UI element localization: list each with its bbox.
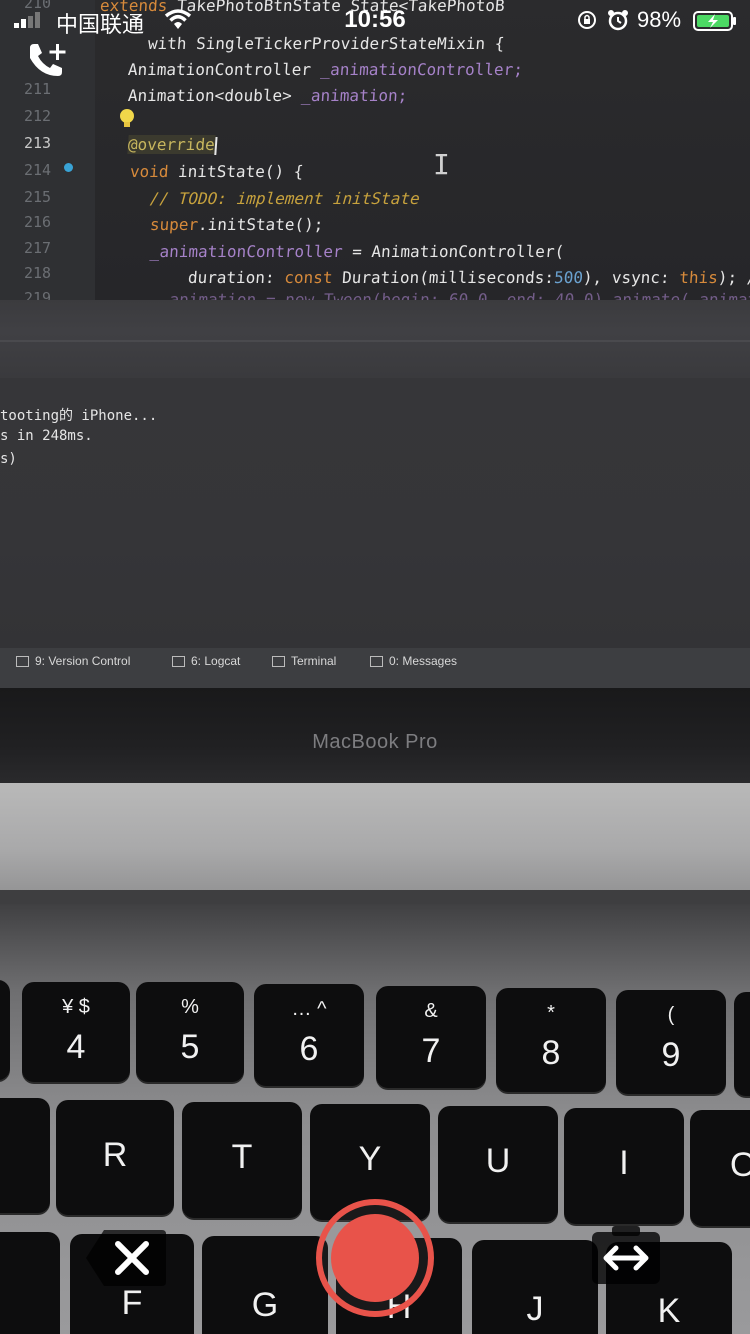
- delete-icon[interactable]: [86, 1228, 166, 1288]
- code-line: _animationController = AnimationControll…: [149, 242, 565, 261]
- swap-icon[interactable]: [592, 1226, 660, 1286]
- keyboard-key: [0, 980, 10, 1080]
- keyboard-key-o: O: [690, 1110, 750, 1226]
- battery-charging-icon: [693, 11, 736, 31]
- rotation-lock-icon: [578, 11, 596, 29]
- console-line: tooting的 iPhone...: [0, 408, 158, 424]
- tool-window-version-control[interactable]: 9: Version Control: [16, 654, 130, 668]
- keyboard-key-8: * 8: [496, 988, 606, 1092]
- camera-viewfinder: 210 211 212 213 214 215 216 217 218 219 …: [0, 0, 750, 1334]
- keyboard-key: [734, 992, 750, 1096]
- panel-divider: [0, 300, 750, 378]
- record-button[interactable]: [315, 1198, 435, 1318]
- tool-window-logcat[interactable]: 6: Logcat: [172, 654, 240, 668]
- keyboard-key-t: T: [182, 1102, 302, 1218]
- keyboard-key-i: I: [564, 1108, 684, 1224]
- keyboard-key-7: & 7: [376, 986, 486, 1088]
- laptop-brand-label: MacBook Pro: [312, 731, 438, 753]
- lightbulb-icon[interactable]: [118, 108, 136, 130]
- code-line: super.initState();: [149, 215, 325, 234]
- keyboard-key-r: R: [56, 1100, 174, 1215]
- keyboard-key: [0, 1232, 60, 1334]
- tool-window-terminal[interactable]: Terminal: [272, 654, 336, 668]
- keyboard-key-j: J: [472, 1240, 598, 1334]
- alarm-clock-icon: [608, 10, 628, 31]
- keyboard-key-6: … ^ 6: [254, 984, 364, 1086]
- status-bar: 中国联通 10:56 98%: [0, 0, 750, 40]
- terminal-icon: [272, 656, 285, 668]
- logcat-icon: [172, 656, 185, 668]
- code-area[interactable]: extends TakePhotoBtnState State<TakePhot…: [0, 0, 750, 309]
- keyboard-key-g: G: [202, 1236, 328, 1334]
- run-console: tooting的 iPhone... s in 248ms. s): [0, 378, 750, 648]
- laptop-hinge-shadow: [0, 890, 750, 904]
- code-line: @override: [127, 135, 218, 155]
- battery-percentage: 98%: [637, 7, 682, 32]
- code-line: // TODO: implement initState: [149, 189, 421, 208]
- code-line: AnimationController _animationController…: [127, 60, 524, 79]
- version-control-icon: [16, 656, 29, 668]
- messages-icon: [370, 656, 383, 668]
- code-line: Animation<double> _animation;: [127, 86, 409, 105]
- laptop-hinge: [0, 783, 750, 903]
- keyboard-key-u: U: [438, 1106, 558, 1222]
- tool-window-bar: 9: Version Control 6: Logcat Terminal 0:…: [0, 648, 750, 688]
- code-line: duration: const Duration(milliseconds:50…: [187, 268, 750, 287]
- console-line: s in 248ms.: [0, 428, 93, 444]
- mouse-ibeam-cursor-icon: I: [433, 148, 450, 181]
- text-caret: [214, 136, 218, 155]
- ide-editor: 210 211 212 213 214 215 216 217 218 219 …: [0, 0, 750, 309]
- record-icon: [331, 1214, 419, 1302]
- code-line: void initState() {: [129, 162, 305, 181]
- console-line: s): [0, 451, 17, 467]
- keyboard-key-4: ¥ $ 4: [22, 982, 130, 1082]
- keyboard-key: [0, 1098, 50, 1213]
- keyboard-key-9: ( 9: [616, 990, 726, 1094]
- divider-line: [0, 340, 750, 342]
- call-add-icon[interactable]: [26, 42, 70, 82]
- tool-window-messages[interactable]: 0: Messages: [370, 654, 457, 668]
- keyboard-key-5: % 5: [136, 982, 244, 1082]
